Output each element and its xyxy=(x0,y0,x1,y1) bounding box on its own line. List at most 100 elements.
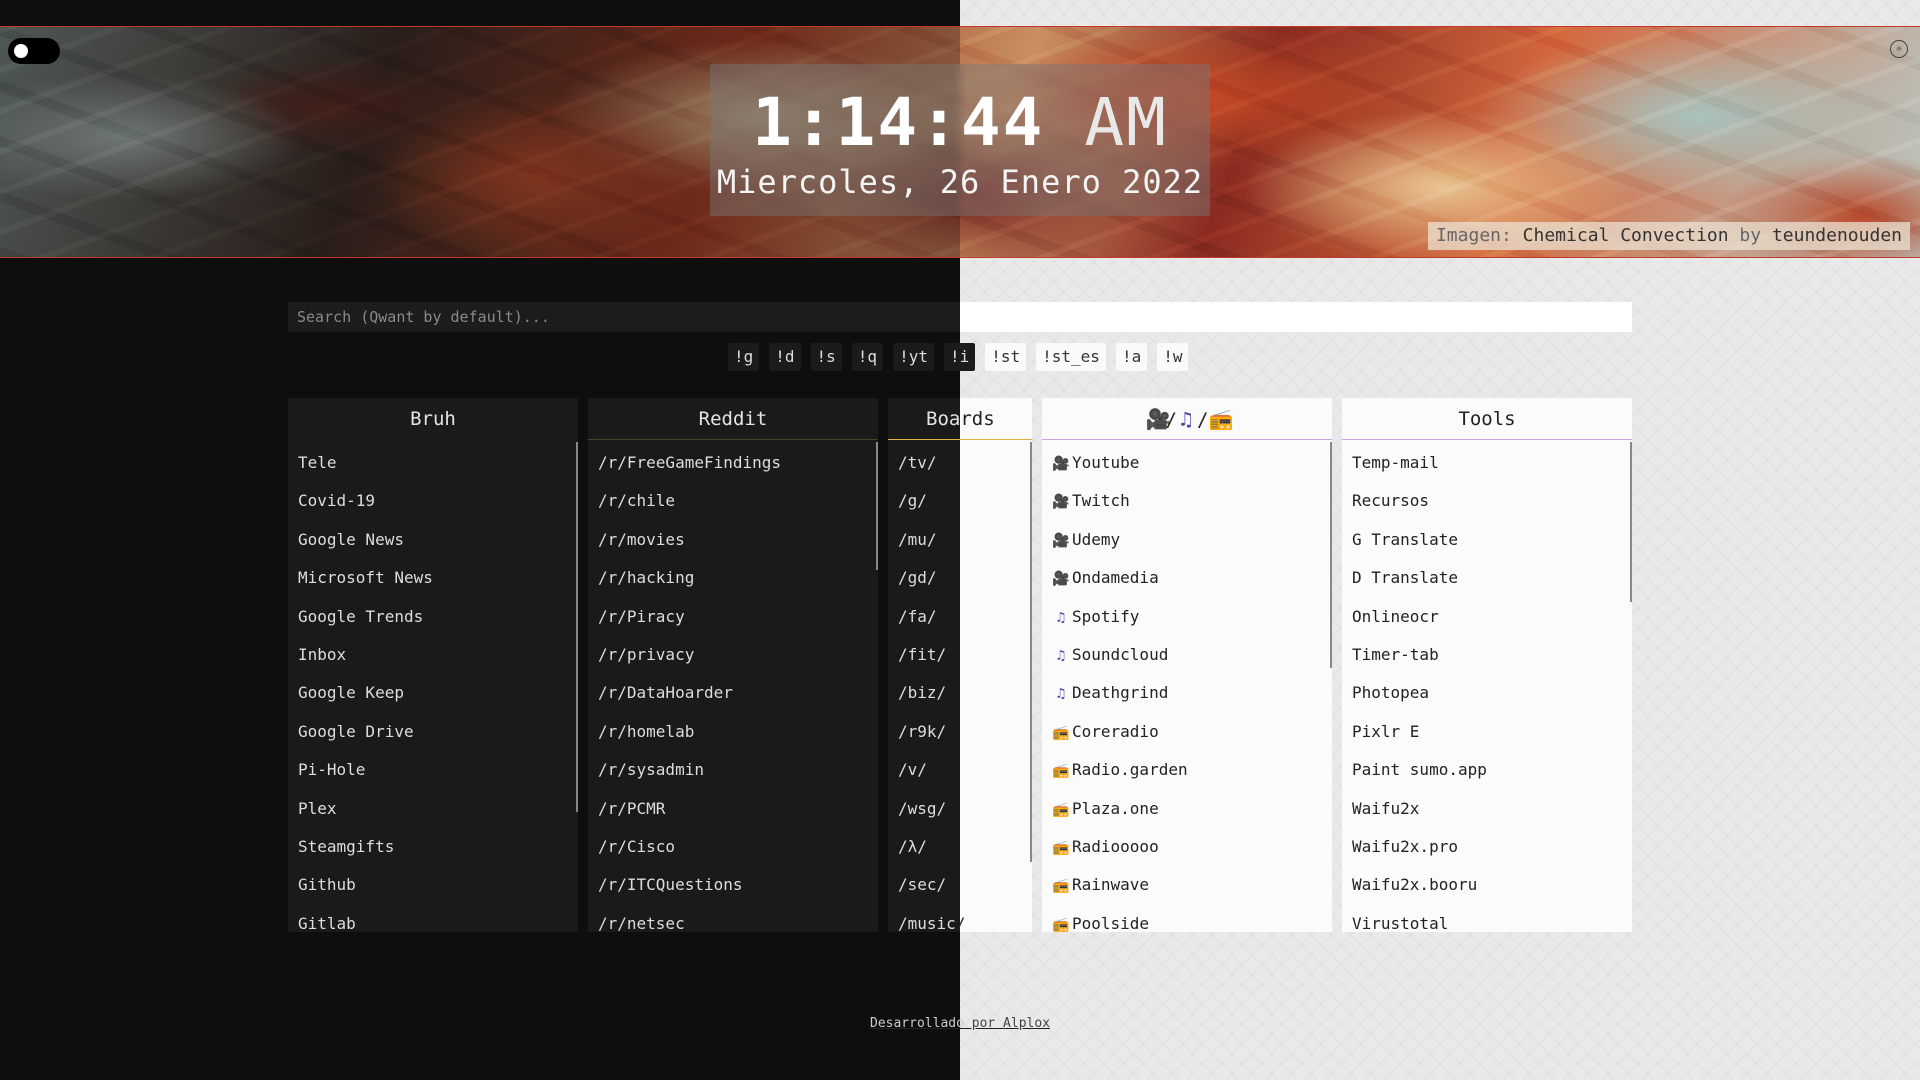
credit-author[interactable]: teundenouden xyxy=(1772,225,1902,246)
clock-widget: 1:14:44 AM Miercoles, 26 Enero 2022 xyxy=(710,64,1210,216)
list-item[interactable]: 📻 Coreradio xyxy=(1042,715,1332,753)
video-camera-icon: 🎥 xyxy=(1052,571,1070,588)
list-item-label: Coreradio xyxy=(1072,721,1159,741)
bang-button[interactable]: !st xyxy=(985,343,1027,371)
list-item[interactable]: Tele xyxy=(288,446,578,484)
bang-button[interactable]: !d xyxy=(769,343,801,371)
list-item-label: Soundcloud xyxy=(1072,644,1169,664)
list-item[interactable]: /fit/ xyxy=(888,638,1032,676)
list-item[interactable]: Pixlr E xyxy=(1342,715,1632,753)
scrollbar[interactable] xyxy=(1630,442,1632,602)
list-item[interactable]: /mu/ xyxy=(888,523,1032,561)
list-item[interactable]: Waifu2x xyxy=(1342,792,1632,830)
list-item[interactable]: 📻 Radio.garden xyxy=(1042,753,1332,791)
list-item[interactable]: Github xyxy=(288,868,578,906)
list-item[interactable]: /r/netsec xyxy=(588,907,878,932)
list-item[interactable]: /r/privacy xyxy=(588,638,878,676)
list-item[interactable]: 📻 Rainwave xyxy=(1042,868,1332,906)
list-item[interactable]: Paint sumo.app xyxy=(1342,753,1632,791)
list-item[interactable]: /gd/ xyxy=(888,561,1032,599)
list-item[interactable]: Google Keep xyxy=(288,676,578,714)
list-item[interactable]: /music/ xyxy=(888,907,1032,932)
list-item[interactable]: G Translate xyxy=(1342,523,1632,561)
list-item[interactable]: /fa/ xyxy=(888,600,1032,638)
list-item[interactable]: Timer-tab xyxy=(1342,638,1632,676)
link-list: 🎥 Youtube 🎥 Twitch 🎥 Udemy 🎥 Ondamedia ♫ Spotify ♫… xyxy=(1042,440,1332,932)
list-item[interactable]: Waifu2x.pro xyxy=(1342,830,1632,868)
scrollbar[interactable] xyxy=(576,442,578,812)
list-item[interactable]: /r/FreeGameFindings xyxy=(588,446,878,484)
list-item[interactable]: 🎥 Youtube xyxy=(1042,446,1332,484)
bang-button[interactable]: !s xyxy=(810,343,842,371)
list-item[interactable]: /r/ITCQuestions xyxy=(588,868,878,906)
music-note-icon: ♫ xyxy=(1056,609,1066,626)
list-item[interactable]: /tv/ xyxy=(888,446,1032,484)
list-item[interactable]: Microsoft News xyxy=(288,561,578,599)
list-item[interactable]: /r/chile xyxy=(588,484,878,522)
list-item[interactable]: 📻 Plaza.one xyxy=(1042,792,1332,830)
list-item[interactable]: Google News xyxy=(288,523,578,561)
list-item[interactable]: Covid-19 xyxy=(288,484,578,522)
list-item[interactable]: 🎥 Ondamedia xyxy=(1042,561,1332,599)
radio-icon: 📻 xyxy=(1052,763,1070,780)
list-item[interactable]: ♫ Soundcloud xyxy=(1042,638,1332,676)
column-reddit: Reddit /r/FreeGameFindings/r/chile/r/mov… xyxy=(588,398,878,932)
list-item[interactable]: 🎥 Udemy xyxy=(1042,523,1332,561)
list-item[interactable]: ♫ Spotify xyxy=(1042,600,1332,638)
scrollbar[interactable] xyxy=(1330,442,1332,668)
list-item[interactable]: D Translate xyxy=(1342,561,1632,599)
bang-button[interactable]: !q xyxy=(851,343,884,371)
list-item[interactable]: 📻 Poolside xyxy=(1042,907,1332,932)
clock-ampm: AM xyxy=(1084,84,1168,161)
list-item[interactable]: Pi-Hole xyxy=(288,753,578,791)
column-boards: Boards /tv/ /g/ /mu/ /gd/ /fa/ /fit/ /biz/ /r9k… xyxy=(888,398,1032,932)
list-item[interactable]: Virustotal xyxy=(1342,907,1632,932)
list-item[interactable]: 🎥 Twitch xyxy=(1042,484,1332,522)
theme-toggle-switch[interactable] xyxy=(8,38,60,64)
bang-button[interactable]: !i xyxy=(943,343,976,371)
list-item[interactable]: /λ/ xyxy=(888,830,1032,868)
list-item[interactable]: Plex xyxy=(288,792,578,830)
search-input[interactable] xyxy=(288,302,1632,332)
list-item[interactable]: /v/ xyxy=(888,753,1032,791)
list-item-label: Deathgrind xyxy=(1072,683,1169,703)
list-item[interactable]: Inbox xyxy=(288,638,578,676)
list-item[interactable]: /biz/ xyxy=(888,676,1032,714)
list-item[interactable]: Steamgifts xyxy=(288,830,578,868)
list-item[interactable]: 📻 Radiooooo xyxy=(1042,830,1332,868)
bang-button[interactable]: !a xyxy=(1115,343,1148,371)
scrollbar[interactable] xyxy=(1030,442,1032,862)
list-item[interactable]: Google Trends xyxy=(288,600,578,638)
list-item[interactable]: Onlineocr xyxy=(1342,600,1632,638)
list-item-label: Plaza.one xyxy=(1072,798,1159,818)
list-item[interactable]: Photopea xyxy=(1342,676,1632,714)
list-item[interactable]: Temp-mail xyxy=(1342,446,1632,484)
clock-time-value: 1:14:44 xyxy=(752,84,1045,161)
scrollbar[interactable] xyxy=(876,442,878,570)
video-camera-icon: 🎥 xyxy=(1052,494,1070,511)
list-item[interactable]: /sec/ xyxy=(888,868,1032,906)
bang-button[interactable]: !w xyxy=(1157,343,1189,371)
list-item[interactable]: /r/homelab xyxy=(588,715,878,753)
credit-title[interactable]: Chemical Convection xyxy=(1523,225,1729,246)
list-item[interactable]: /r/Piracy xyxy=(588,600,878,638)
footer-credit-link[interactable]: Desarrollado por Alplox xyxy=(870,1016,1050,1031)
list-item[interactable]: ♫ Deathgrind xyxy=(1042,676,1332,714)
list-item[interactable]: /r/Cisco xyxy=(588,830,878,868)
bang-button[interactable]: !g xyxy=(728,343,760,371)
list-item[interactable]: /r/movies xyxy=(588,523,878,561)
list-item[interactable]: /g/ xyxy=(888,484,1032,522)
skull-icon[interactable]: ☠ xyxy=(1890,40,1908,58)
list-item[interactable]: /wsg/ xyxy=(888,792,1032,830)
list-item[interactable]: /r/sysadmin xyxy=(588,753,878,791)
bang-button[interactable]: !yt xyxy=(893,343,934,371)
list-item[interactable]: Recursos xyxy=(1342,484,1632,522)
list-item[interactable]: Gitlab xyxy=(288,907,578,932)
list-item[interactable]: Waifu2x.booru xyxy=(1342,868,1632,906)
list-item[interactable]: /r/DataHoarder xyxy=(588,676,878,714)
list-item[interactable]: /r/hacking xyxy=(588,561,878,599)
list-item[interactable]: /r9k/ xyxy=(888,715,1032,753)
list-item[interactable]: Google Drive xyxy=(288,715,578,753)
bang-button[interactable]: !st_es xyxy=(1036,343,1106,371)
list-item[interactable]: /r/PCMR xyxy=(588,792,878,830)
